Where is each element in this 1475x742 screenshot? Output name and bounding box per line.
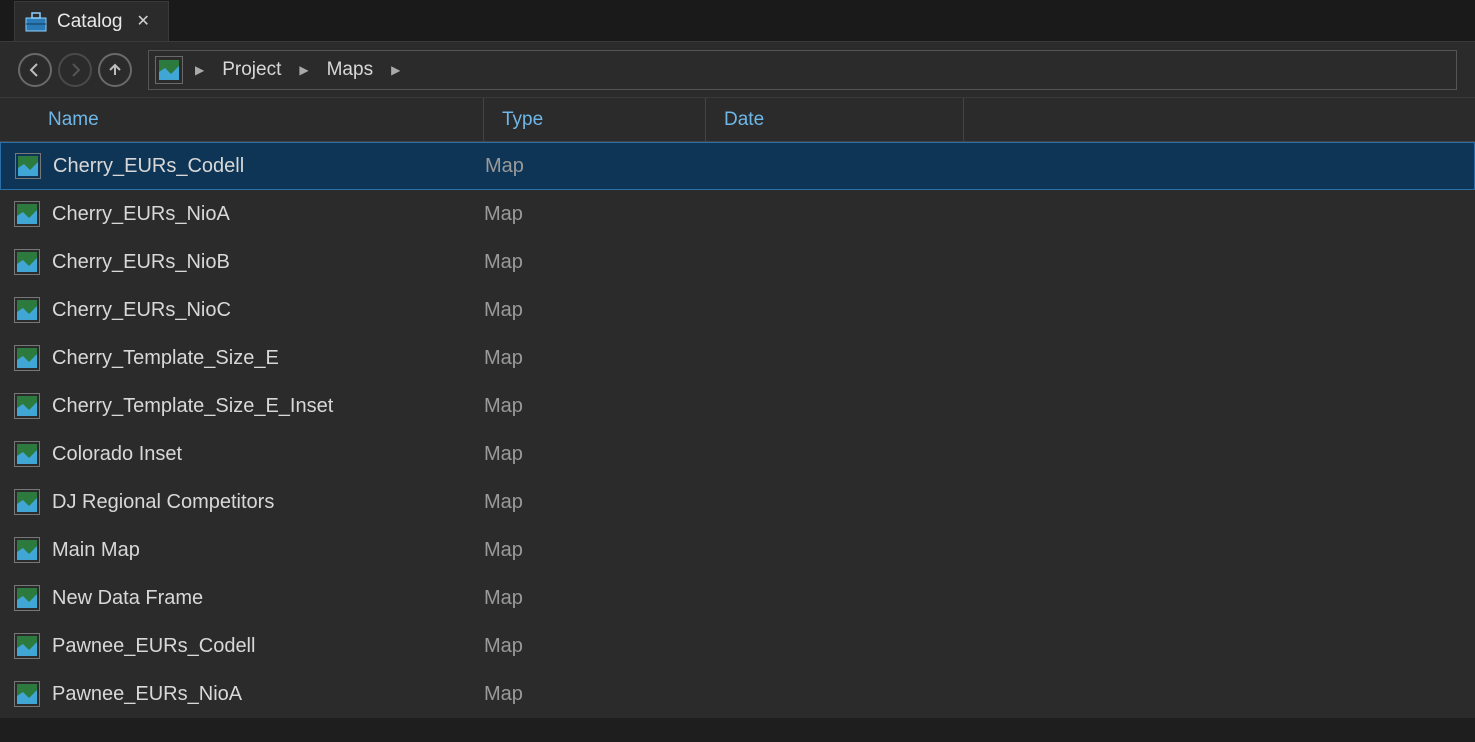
list-item[interactable]: Cherry_EURs_NioAMap — [0, 190, 1475, 238]
item-type: Map — [484, 203, 706, 226]
toolbox-icon — [25, 12, 47, 32]
item-type: Map — [484, 395, 706, 418]
list-item[interactable]: Cherry_Template_Size_EMap — [0, 334, 1475, 382]
map-icon — [155, 56, 183, 84]
list-item[interactable]: Pawnee_EURs_NioAMap — [0, 670, 1475, 718]
breadcrumb[interactable]: ▶ Project ▶ Maps ▶ — [148, 50, 1457, 90]
columns-header: Name Type Date — [0, 98, 1475, 142]
close-icon[interactable]: ✕ — [133, 12, 154, 32]
breadcrumb-item-project[interactable]: Project — [216, 55, 287, 85]
item-type: Map — [484, 347, 706, 370]
item-name: Cherry_Template_Size_E — [52, 347, 484, 370]
item-name: Cherry_Template_Size_E_Inset — [52, 395, 484, 418]
item-type: Map — [484, 299, 706, 322]
list-item[interactable]: New Data FrameMap — [0, 574, 1475, 622]
item-type: Map — [484, 539, 706, 562]
map-icon — [14, 633, 40, 659]
item-type: Map — [484, 635, 706, 658]
chevron-right-icon[interactable]: ▶ — [383, 63, 408, 77]
forward-button — [58, 53, 92, 87]
item-type: Map — [485, 155, 707, 178]
tab-title: Catalog — [57, 11, 123, 33]
tab-bar: Catalog ✕ — [0, 0, 1475, 42]
column-header-type[interactable]: Type — [484, 98, 706, 141]
item-name: Cherry_EURs_NioB — [52, 251, 484, 274]
up-button[interactable] — [98, 53, 132, 87]
map-icon — [15, 153, 41, 179]
map-icon — [14, 537, 40, 563]
map-icon — [14, 441, 40, 467]
list-item[interactable]: Cherry_EURs_NioBMap — [0, 238, 1475, 286]
item-name: Colorado Inset — [52, 443, 484, 466]
item-name: Pawnee_EURs_Codell — [52, 635, 484, 658]
column-header-name[interactable]: Name — [0, 98, 484, 141]
item-type: Map — [484, 251, 706, 274]
list-item[interactable]: Colorado InsetMap — [0, 430, 1475, 478]
item-type: Map — [484, 683, 706, 706]
item-name: Pawnee_EURs_NioA — [52, 683, 484, 706]
list-item[interactable]: Pawnee_EURs_CodellMap — [0, 622, 1475, 670]
item-type: Map — [484, 443, 706, 466]
item-type: Map — [484, 587, 706, 610]
breadcrumb-item-maps[interactable]: Maps — [321, 55, 379, 85]
item-name: Cherry_EURs_Codell — [53, 155, 485, 178]
map-icon — [14, 393, 40, 419]
list-item[interactable]: Cherry_EURs_NioCMap — [0, 286, 1475, 334]
item-list: Cherry_EURs_CodellMapCherry_EURs_NioAMap… — [0, 142, 1475, 718]
list-item[interactable]: Cherry_EURs_CodellMap — [0, 142, 1475, 190]
chevron-right-icon[interactable]: ▶ — [187, 63, 212, 77]
chevron-right-icon[interactable]: ▶ — [291, 63, 316, 77]
item-name: New Data Frame — [52, 587, 484, 610]
item-name: Main Map — [52, 539, 484, 562]
catalog-tab[interactable]: Catalog ✕ — [14, 1, 169, 41]
map-icon — [14, 681, 40, 707]
column-header-date[interactable]: Date — [706, 98, 964, 141]
list-item[interactable]: Main MapMap — [0, 526, 1475, 574]
map-icon — [14, 489, 40, 515]
list-item[interactable]: DJ Regional CompetitorsMap — [0, 478, 1475, 526]
map-icon — [14, 585, 40, 611]
item-name: DJ Regional Competitors — [52, 491, 484, 514]
item-name: Cherry_EURs_NioA — [52, 203, 484, 226]
map-icon — [14, 249, 40, 275]
back-button[interactable] — [18, 53, 52, 87]
map-icon — [14, 345, 40, 371]
item-name: Cherry_EURs_NioC — [52, 299, 484, 322]
nav-bar: ▶ Project ▶ Maps ▶ — [0, 42, 1475, 98]
map-icon — [14, 201, 40, 227]
item-type: Map — [484, 491, 706, 514]
map-icon — [14, 297, 40, 323]
list-item[interactable]: Cherry_Template_Size_E_InsetMap — [0, 382, 1475, 430]
